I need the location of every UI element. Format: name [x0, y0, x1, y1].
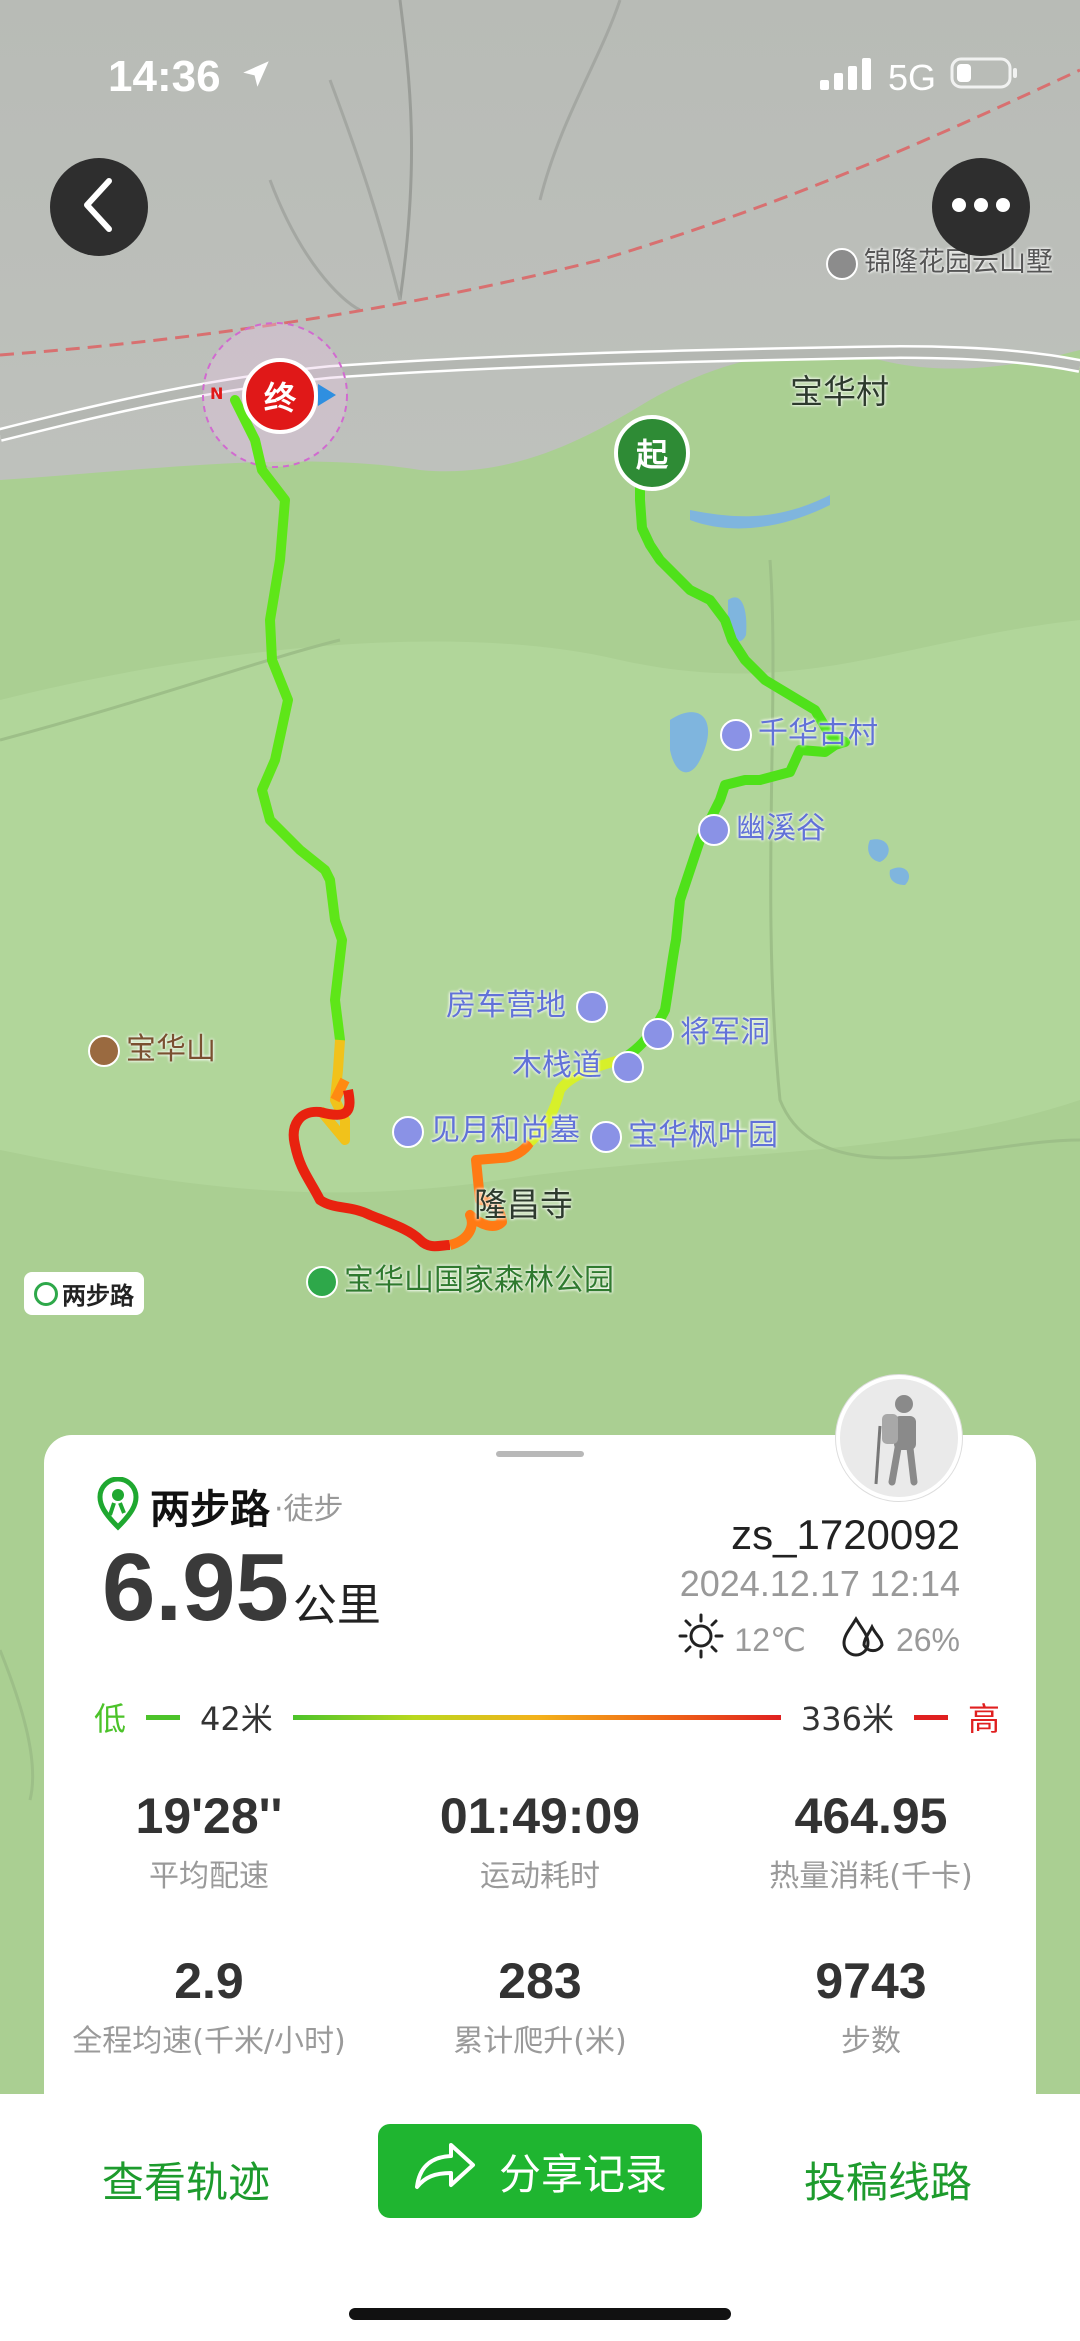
campsite-icon — [575, 990, 608, 1023]
stat-label: 步数 — [841, 2024, 901, 2059]
stat-value: 01:49:09 — [439, 1788, 641, 1844]
distance-value: 6.95 — [102, 1534, 289, 1641]
status-time: 14:36 — [108, 52, 273, 102]
temperature: 12℃ — [734, 1622, 806, 1658]
villa-poi-icon — [826, 247, 858, 280]
stat-value: 464.95 — [794, 1788, 948, 1844]
map-watermark: 两步路 — [24, 1272, 144, 1315]
elevation-low-value: 42米 — [200, 1700, 273, 1738]
map-label-fengye: 宝华枫叶园 — [628, 1118, 778, 1153]
heading-arrow-icon — [318, 384, 336, 406]
stat-avg-speed: 2.9 全程均速(千米/小时) — [44, 1952, 374, 2060]
map-label-qianhua: 千华古村 — [758, 716, 878, 751]
status-indicators: 5G — [819, 55, 1020, 100]
stat-avg-pace: 19'28'' 平均配速 — [44, 1787, 374, 1895]
watermark-text: 两步路 — [62, 1282, 134, 1310]
share-button-label: 分享记录 — [498, 2149, 667, 2199]
end-marker[interactable]: 终 — [242, 358, 318, 434]
stat-value: 9743 — [815, 1953, 927, 2009]
signal-bars-icon — [819, 57, 874, 99]
home-indicator[interactable] — [349, 2308, 731, 2320]
stat-calories: 464.95 热量消耗(千卡) — [706, 1787, 1036, 1895]
weather-row: 12℃ 26% — [678, 1613, 960, 1667]
compass-north-label: N — [210, 384, 224, 403]
distance: 6.95 公里 — [102, 1533, 381, 1643]
bottom-action-bar: 查看轨迹 分享记录 投稿线路 — [0, 2094, 1080, 2341]
scenic-spot-icon — [698, 813, 730, 846]
scenic-spot-icon — [611, 1050, 644, 1083]
battery-icon — [950, 55, 1020, 100]
clock: 14:36 — [108, 52, 221, 101]
distance-unit: 公里 — [292, 1580, 381, 1631]
activity-summary-card: 两步路 ·徒步 zs_1720092 2024.12.17 12:14 12℃ … — [44, 1435, 1036, 2135]
stat-label: 运动耗时 — [480, 1859, 600, 1894]
mountain-peak-icon — [88, 1034, 120, 1067]
high-line-icon — [913, 1714, 948, 1720]
more-options-button[interactable] — [932, 158, 1030, 256]
elevation-low-label: 低 — [94, 1700, 127, 1738]
stat-label: 热量消耗(千卡) — [769, 1859, 973, 1894]
map-label-village: 宝华村 — [790, 372, 889, 411]
map-label-jianyue: 见月和尚墓 — [430, 1113, 580, 1148]
brand-row: 两步路 ·徒步 — [94, 1476, 344, 1535]
activity-datetime: 2024.12.17 12:14 — [679, 1563, 960, 1604]
sun-icon — [678, 1613, 724, 1667]
hiker-avatar-icon — [854, 1386, 944, 1490]
back-button[interactable] — [50, 158, 148, 256]
stat-value: 2.9 — [174, 1953, 244, 2009]
chevron-left-icon — [77, 175, 121, 239]
map-label-villa: 锦隆花园云山墅 — [864, 247, 1053, 278]
stat-value: 19'28'' — [135, 1788, 283, 1844]
map-label-longchang: 隆昌寺 — [474, 1185, 573, 1224]
elevation-gradient-bar — [292, 1714, 781, 1720]
stat-duration: 01:49:09 运动耗时 — [375, 1787, 705, 1895]
low-line-icon — [146, 1714, 181, 1720]
share-arrow-icon — [413, 2141, 477, 2201]
location-arrow-icon — [239, 52, 273, 102]
scenic-spot-icon — [392, 1115, 424, 1148]
elevation-high-value: 336米 — [800, 1700, 894, 1738]
brand-logo-icon — [94, 1476, 142, 1535]
stat-label: 累计爬升(米) — [453, 2024, 627, 2059]
map-label-campsite: 房车营地 — [446, 988, 566, 1023]
map-label-park: 宝华山国家森林公园 — [344, 1263, 614, 1298]
brand-logo-icon — [34, 1281, 58, 1306]
stat-value: 283 — [498, 1953, 582, 2009]
scenic-spot-icon — [590, 1120, 622, 1153]
avatar[interactable] — [836, 1375, 962, 1501]
elevation-high-label: 高 — [967, 1700, 1000, 1738]
stat-label: 平均配速 — [149, 1859, 269, 1894]
map-label-jiangjun: 将军洞 — [680, 1015, 770, 1050]
humidity-icon — [840, 1613, 886, 1667]
drag-handle[interactable] — [496, 1451, 584, 1457]
view-track-button[interactable]: 查看轨迹 — [102, 2149, 270, 2210]
elevation-legend: 低 42米 336米 高 — [84, 1697, 1000, 1738]
stat-steps: 9743 步数 — [706, 1952, 1036, 2060]
start-marker[interactable]: 起 — [614, 415, 690, 491]
scenic-spot-icon — [720, 718, 752, 751]
username: zs_1720092 — [731, 1511, 960, 1558]
map-label-youxi: 幽溪谷 — [736, 811, 826, 846]
stat-climb: 283 累计爬升(米) — [375, 1952, 705, 2060]
share-record-button[interactable]: 分享记录 — [378, 2124, 702, 2218]
brand-name: 两步路 — [150, 1487, 270, 1533]
more-dots-icon — [951, 197, 1011, 217]
map-label-mountain: 宝华山 — [126, 1032, 216, 1067]
park-tree-icon — [306, 1265, 338, 1298]
stat-label: 全程均速(千米/小时) — [72, 2024, 346, 2059]
map-label-muzhan: 木栈道 — [512, 1048, 602, 1083]
activity-type: ·徒步 — [274, 1492, 344, 1527]
submit-route-button[interactable]: 投稿线路 — [804, 2149, 972, 2210]
humidity: 26% — [895, 1621, 960, 1658]
network-type: 5G — [887, 56, 936, 98]
